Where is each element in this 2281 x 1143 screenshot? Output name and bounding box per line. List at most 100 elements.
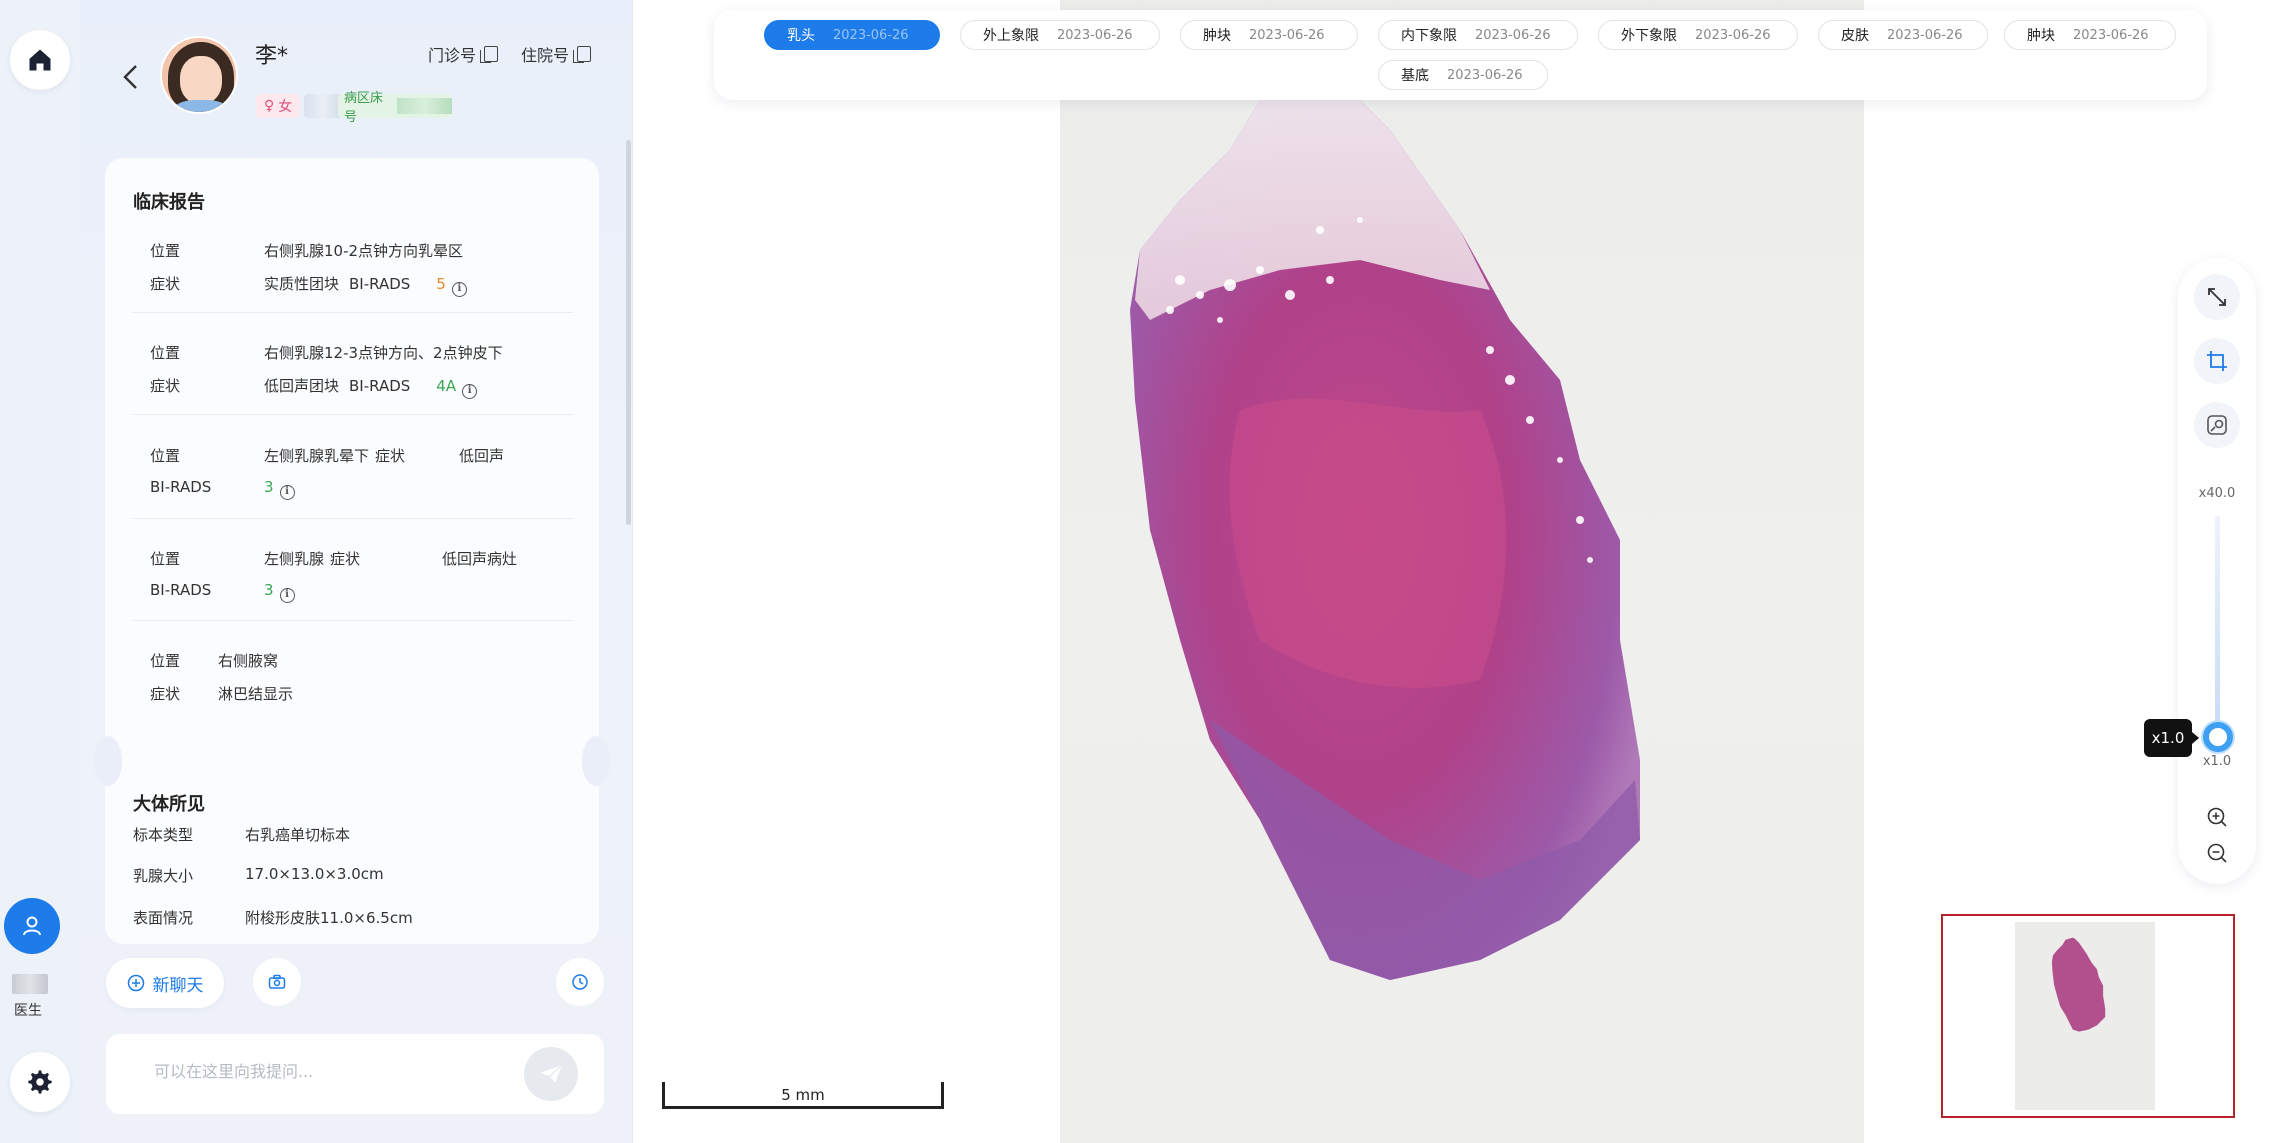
annotation-button[interactable] [2194, 402, 2240, 448]
symptom-value: 低回声病灶 [442, 550, 518, 568]
gross-row: 乳腺大小 17.0×13.0×3.0cm [133, 865, 384, 886]
fullscreen-button[interactable] [2194, 274, 2240, 320]
tab-date: 2023-06-26 [2073, 27, 2149, 43]
slide-viewer[interactable]: 乳头 2023-06-26 外上象限 2023-06-26 肿块 2023-06-26… [634, 0, 2281, 1143]
divider [133, 312, 573, 313]
tab-section[interactable]: 肿块 2023-06-26 [2004, 20, 2176, 50]
user-avatar-button[interactable] [4, 898, 60, 954]
hospital-number-copy[interactable]: 住院号 [521, 42, 592, 66]
position-label: 位置 [150, 447, 181, 465]
tab-date: 2023-06-26 [1695, 27, 1771, 43]
send-icon [540, 1064, 563, 1083]
scale-bar: 5 mm [662, 1082, 944, 1112]
card-notch [582, 736, 610, 786]
gross-label: 表面情况 [133, 909, 194, 927]
female-icon: ♀ [264, 98, 275, 114]
position-value: 右侧乳腺10-2点钟方向乳晕区 [264, 242, 464, 260]
history-icon [572, 974, 588, 990]
patient-avatar [160, 36, 238, 114]
symptom-label: 症状 [150, 275, 181, 293]
tab-date: 2023-06-26 [1887, 27, 1963, 43]
tab-section[interactable]: 肿块 2023-06-26 [1180, 20, 1358, 50]
copy-icon [480, 46, 499, 63]
minimap-tissue [2051, 937, 2106, 1032]
tab-section[interactable]: 基底 2023-06-26 [1378, 60, 1548, 90]
info-icon[interactable]: i [279, 485, 295, 500]
tissue-image [1130, 80, 1640, 980]
scale-label: 5 mm [781, 1086, 825, 1104]
tab-label: 外下象限 [1621, 28, 1677, 44]
send-button[interactable] [524, 1047, 578, 1101]
home-icon [29, 49, 51, 71]
card-notch [94, 736, 122, 786]
position-value: 左侧乳腺 [264, 550, 325, 568]
gross-row: 标本类型 右乳癌单切标本 [133, 824, 350, 845]
info-icon[interactable]: i [279, 588, 295, 603]
chevron-left-icon [123, 65, 137, 89]
tab-section[interactable]: 外下象限 2023-06-26 [1598, 20, 1798, 50]
info-icon[interactable]: i [462, 384, 478, 399]
new-chat-label: 新聊天 [152, 975, 204, 996]
gender-label: 女 [278, 99, 293, 115]
new-chat-button[interactable]: 新聊天 [106, 958, 224, 1008]
symptom-value: 低回声 [459, 447, 505, 465]
tab-section[interactable]: 皮肤 2023-06-26 [1818, 20, 1988, 50]
gear-icon [28, 1070, 52, 1094]
tab-section[interactable]: 乳头 2023-06-26 [764, 20, 940, 50]
gross-findings-title: 大体所见 [133, 794, 205, 815]
info-icon[interactable]: i [451, 282, 467, 297]
user-role: 医生 [14, 1003, 42, 1019]
symptom-value: 淋巴结显示 [218, 685, 294, 703]
symptom-label: 症状 [150, 685, 181, 703]
chat-input-box [106, 1034, 604, 1114]
zoom-out-button[interactable] [2204, 840, 2230, 866]
history-button[interactable] [556, 958, 604, 1006]
ward-bed-label: 病区床号 [344, 91, 384, 125]
minimap-slide [2015, 922, 2155, 1110]
tab-date: 2023-06-26 [833, 27, 909, 43]
patient-name: 李* [255, 44, 289, 69]
slide-minimap[interactable] [1941, 914, 2235, 1118]
patient-panel: 李* 门诊号 住院号 ♀ 女 病区床号 临床报告 位置 右侧乳腺10-2点钟方向乳… [80, 0, 633, 1143]
position-label: 位置 [150, 242, 181, 260]
crop-button[interactable] [2194, 338, 2240, 384]
zoom-in-button[interactable] [2204, 804, 2230, 830]
tab-label: 基底 [1401, 68, 1429, 84]
tab-date: 2023-06-26 [1249, 27, 1325, 43]
user-icon [23, 916, 41, 936]
chat-input[interactable] [154, 1062, 454, 1081]
birads-label: BI-RADS [349, 377, 411, 395]
ward-bed-redacted [397, 98, 452, 114]
birads-value: 3 [264, 478, 274, 496]
gross-value: 17.0×13.0×3.0cm [245, 865, 384, 883]
camera-icon [268, 974, 286, 989]
zoom-tooltip: x1.0 [2144, 719, 2199, 757]
symptom-label: 症状 [375, 447, 406, 465]
camera-button[interactable] [253, 958, 301, 1006]
birads-value: 3 [264, 581, 274, 599]
home-button[interactable] [10, 30, 70, 90]
tab-section[interactable]: 内下象限 2023-06-26 [1378, 20, 1578, 50]
birads-label: BI-RADS [150, 581, 212, 599]
viewer-toolbar: x40.0 x1.0 [2178, 258, 2256, 884]
birads-value: 4A [436, 377, 457, 395]
gross-row: 表面情况 附梭形皮肤11.0×6.5cm [133, 907, 413, 928]
gross-value: 右乳癌单切标本 [245, 826, 351, 844]
settings-button[interactable] [10, 1052, 70, 1112]
panel-scrollbar[interactable] [626, 140, 631, 525]
symptom-value: 实质性团块 [264, 275, 340, 293]
tab-label: 内下象限 [1401, 28, 1457, 44]
position-value: 右侧乳腺12-3点钟方向、2点钟皮下 [264, 344, 503, 362]
zoom-slider-track[interactable] [2215, 516, 2220, 726]
clinic-number-copy[interactable]: 门诊号 [428, 42, 499, 66]
tab-section[interactable]: 外上象限 2023-06-26 [960, 20, 1160, 50]
position-label: 位置 [150, 550, 181, 568]
back-button[interactable] [116, 62, 146, 92]
gross-label: 乳腺大小 [133, 867, 194, 885]
clinic-number-label: 门诊号 [428, 46, 477, 65]
tab-label: 乳头 [787, 28, 815, 44]
tab-label: 皮肤 [1841, 28, 1869, 44]
zoom-slider-handle[interactable] [2203, 722, 2233, 752]
birads-value: 5 [436, 275, 446, 293]
tab-label: 外上象限 [983, 28, 1039, 44]
